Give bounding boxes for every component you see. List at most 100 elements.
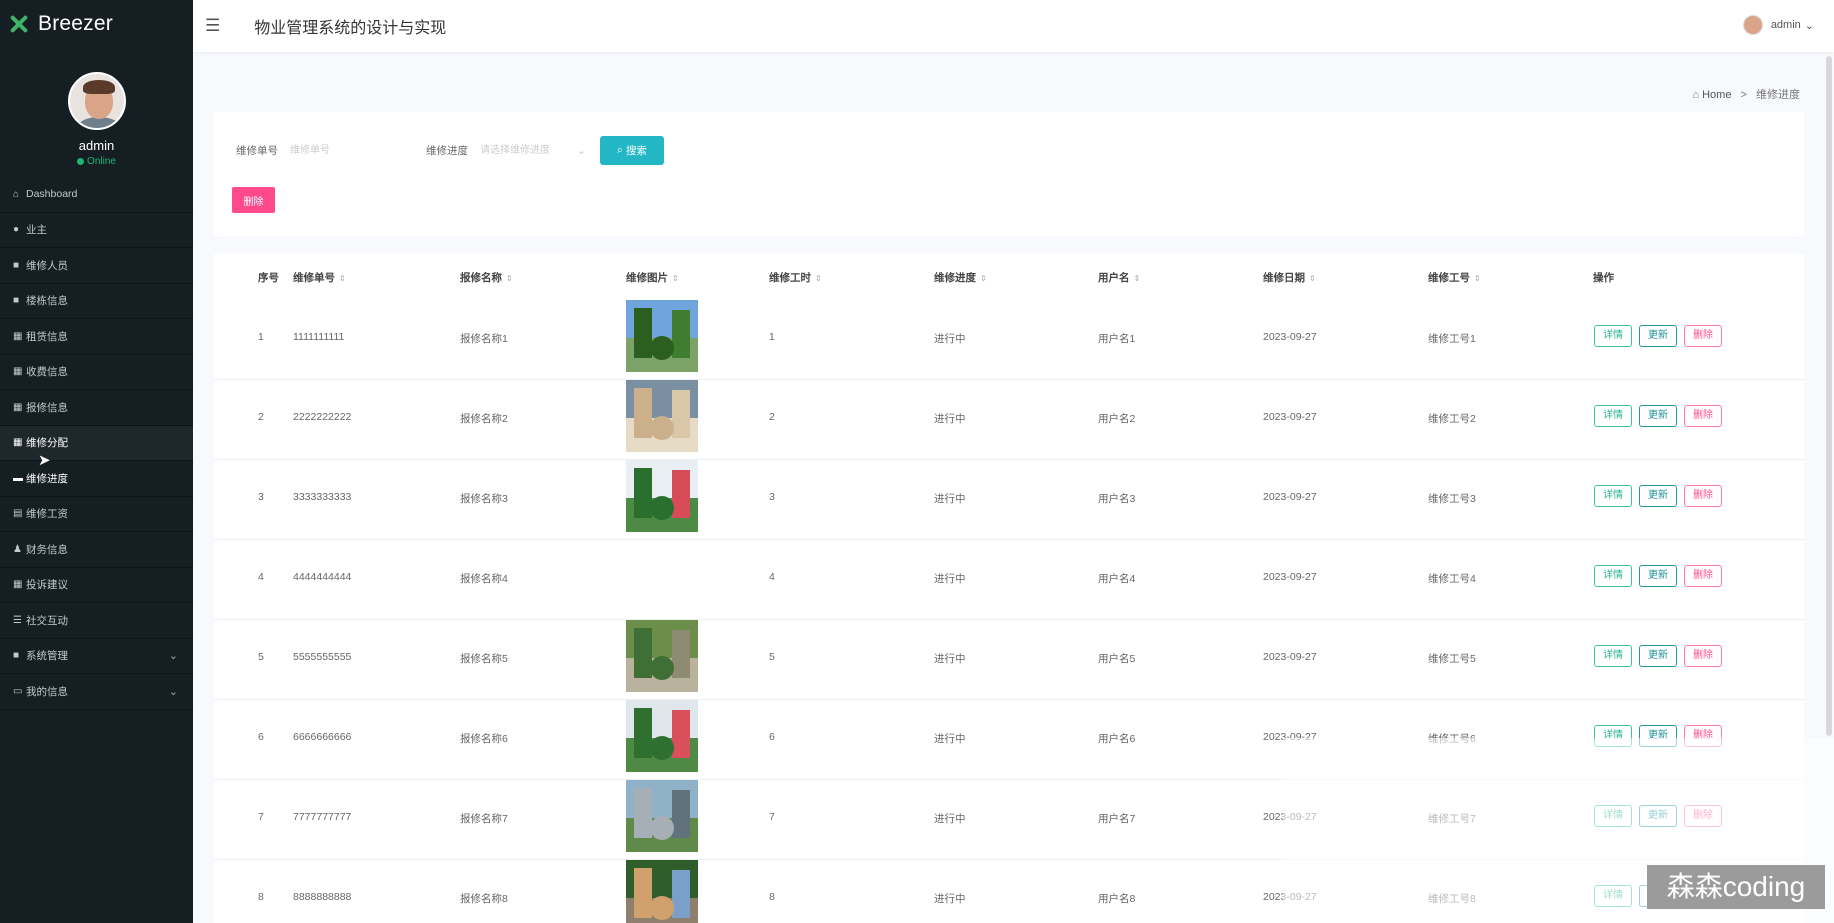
hamburger-icon[interactable]: ☰: [205, 16, 220, 36]
grid-icon: ▦: [13, 330, 23, 342]
detail-button[interactable]: 详情: [1594, 565, 1632, 587]
delete-button[interactable]: 删除: [1684, 565, 1722, 587]
sidebar-item-complaints[interactable]: ▦ 投诉建议: [0, 568, 193, 603]
sidebar-item-rental[interactable]: ▦ 租赁信息: [0, 319, 193, 355]
sidebar-item-label: 系统管理: [26, 650, 68, 663]
cell-index: 3: [258, 491, 264, 503]
search-row: 维修单号 维修单号 维修进度 请选择维修进度 ⌄ ⌕ 搜索: [236, 136, 664, 165]
repair-photo: [626, 300, 698, 372]
cell-hours: 5: [769, 651, 775, 663]
online-dot-icon: [77, 157, 85, 165]
profile-status-text: Online: [87, 156, 116, 167]
update-button[interactable]: 更新: [1639, 645, 1677, 667]
cell-order-no: 6666666666: [293, 731, 352, 743]
sidebar-item-label: 维修工资: [26, 508, 68, 521]
repair-photo: [626, 780, 698, 852]
cell-username: 用户名6: [1098, 733, 1136, 745]
update-button[interactable]: 更新: [1639, 565, 1677, 587]
grid-icon: ▦: [13, 579, 23, 591]
cell-index: 8: [258, 891, 264, 903]
sidebar-item-repair-progress[interactable]: ▬ 维修进度: [0, 461, 193, 497]
column-header[interactable]: 维修日期 ⇕: [1263, 270, 1316, 285]
sidebar-item-repair-staff[interactable]: ■ 维修人员: [0, 248, 193, 284]
cell-index: 4: [258, 571, 264, 583]
order-no-input[interactable]: 维修单号: [290, 139, 390, 163]
sidebar-item-my-info[interactable]: ▭ 我的信息 ⌄: [0, 674, 193, 710]
column-header[interactable]: 报修名称 ⇕: [460, 270, 513, 285]
sidebar-item-owner[interactable]: ● 业主: [0, 213, 193, 248]
cell-username: 用户名5: [1098, 653, 1136, 665]
detail-button[interactable]: 详情: [1594, 325, 1632, 347]
delete-button[interactable]: 删除: [1684, 405, 1722, 427]
update-button[interactable]: 更新: [1639, 325, 1677, 347]
home-icon: ⌂: [13, 188, 20, 200]
cell-worker-no: 维修工号3: [1428, 493, 1476, 505]
column-header[interactable]: 维修工时 ⇕: [769, 270, 822, 285]
sidebar-item-system[interactable]: ■ 系统管理 ⌄: [0, 639, 193, 674]
repair-photo: [626, 860, 698, 923]
sidebar-item-label: 我的信息: [26, 685, 68, 698]
cell-date: 2023-09-27: [1263, 411, 1317, 423]
profile-avatar: [67, 72, 126, 130]
sidebar-item-label: 租赁信息: [26, 330, 68, 343]
repair-photo: [626, 620, 698, 692]
detail-button[interactable]: 详情: [1594, 485, 1632, 507]
scrollbar[interactable]: [1826, 56, 1832, 736]
column-header[interactable]: 维修工号 ⇕: [1428, 270, 1481, 285]
cell-name: 报修名称4: [460, 573, 508, 585]
list-icon: ☰: [13, 614, 22, 626]
table-row: 2 2222222222 报修名称2 2 进行中 用户名2 2023-09-27…: [214, 380, 1804, 460]
column-header[interactable]: 维修单号 ⇕: [293, 270, 346, 285]
sidebar-item-fees[interactable]: ▦ 收费信息: [0, 355, 193, 390]
search-button[interactable]: ⌕ 搜索: [600, 136, 664, 165]
sort-icon: ⇕: [1474, 273, 1481, 283]
column-header[interactable]: 用户名 ⇕: [1098, 270, 1140, 285]
delete-button[interactable]: 删除: [1684, 485, 1722, 507]
profile-status: Online: [0, 156, 193, 167]
column-header: 操作: [1593, 271, 1614, 284]
cell-username: 用户名8: [1098, 893, 1136, 905]
sidebar-item-label: 报修信息: [26, 401, 68, 414]
cell-progress: 进行中: [934, 893, 966, 905]
brand[interactable]: Breezer: [0, 0, 193, 48]
cell-progress: 进行中: [934, 653, 966, 665]
cell-worker-no: 维修工号2: [1428, 413, 1476, 425]
sidebar-item-label: 社交互动: [26, 614, 68, 627]
row-actions: 详情 更新 删除: [1594, 565, 1729, 587]
sidebar-item-repair-assign[interactable]: ▦ 维修分配: [0, 425, 193, 461]
column-header[interactable]: 维修进度 ⇕: [934, 270, 987, 285]
breadcrumb-home[interactable]: Home: [1702, 89, 1731, 101]
sidebar-item-repair-requests[interactable]: ▦ 报修信息: [0, 390, 193, 426]
building-icon: ■: [13, 295, 20, 307]
table-row: 3 3333333333 报修名称3 3 进行中 用户名3 2023-09-27…: [214, 460, 1804, 540]
sidebar-item-finance[interactable]: ♟ 财务信息: [0, 532, 193, 568]
column-header[interactable]: 维修图片 ⇕: [626, 270, 679, 285]
home-icon: ⌂: [1692, 89, 1700, 101]
cell-username: 用户名4: [1098, 573, 1136, 585]
sidebar-item-buildings[interactable]: ■ 楼栋信息: [0, 284, 193, 319]
cell-progress: 进行中: [934, 733, 966, 745]
sidebar-item-label: 维修进度: [26, 472, 68, 485]
detail-button[interactable]: 详情: [1594, 645, 1632, 667]
chevron-down-icon: ⌄: [576, 144, 586, 157]
profile: admin Online: [0, 48, 193, 167]
cell-index: 5: [258, 651, 264, 663]
id-icon: ▭: [13, 685, 23, 697]
delete-button[interactable]: 删除: [1684, 645, 1722, 667]
breadcrumb-current: 维修进度: [1756, 89, 1800, 101]
sidebar-item-social[interactable]: ☰ 社交互动: [0, 603, 193, 639]
user-menu[interactable]: admin ⌄: [1742, 15, 1814, 35]
sidebar-item-repair-wages[interactable]: ▤ 维修工资: [0, 497, 193, 532]
column-header-label: 维修工时: [769, 271, 811, 284]
row-actions: 详情 更新 删除: [1594, 325, 1729, 347]
cell-username: 用户名3: [1098, 493, 1136, 505]
update-button[interactable]: 更新: [1639, 485, 1677, 507]
detail-button[interactable]: 详情: [1594, 405, 1632, 427]
batch-delete-button[interactable]: 删除: [232, 187, 275, 213]
progress-label: 维修进度: [426, 145, 468, 157]
progress-select[interactable]: 请选择维修进度 ⌄: [480, 139, 586, 163]
sidebar-item-dashboard[interactable]: ⌂ Dashboard: [0, 177, 193, 213]
delete-button[interactable]: 删除: [1684, 325, 1722, 347]
update-button[interactable]: 更新: [1639, 405, 1677, 427]
column-header-label: 报修名称: [460, 271, 502, 284]
